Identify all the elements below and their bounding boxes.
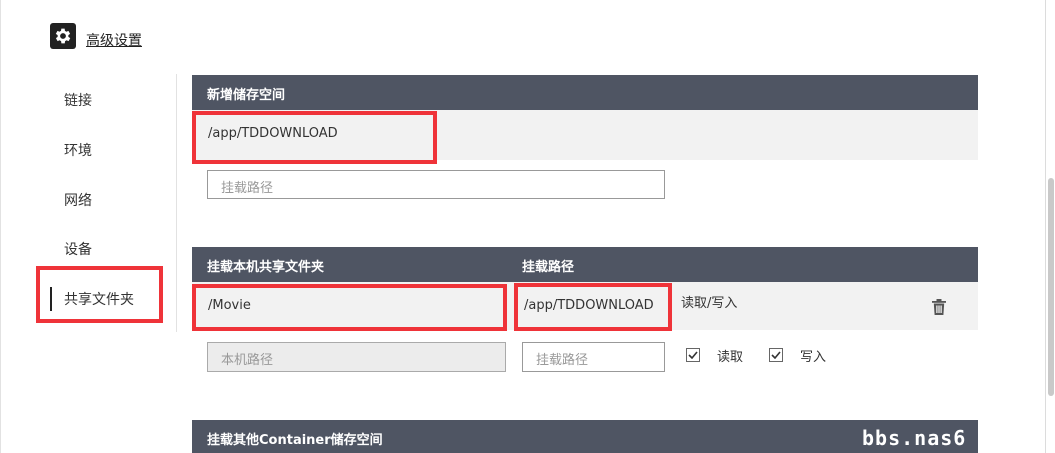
storage-path-value: /app/TDDOWNLOAD [208,126,338,141]
advanced-settings-link[interactable]: 高级设置 [86,30,142,50]
share-mount-value: /app/TDDOWNLOAD [524,298,654,313]
read-label: 读取 [717,350,744,365]
container-section-header: 挂载其他Container储存空间 [192,420,978,453]
share-section-header: 挂载本机共享文件夹 挂载路径 [192,247,978,282]
scrollbar-thumb[interactable] [1048,178,1054,396]
active-indicator [50,287,52,311]
storage-mount-path-input[interactable]: 挂载路径 [207,170,665,199]
sidebar-divider [176,74,177,332]
host-path-input[interactable]: 本机路径 [207,342,506,372]
sidebar-item-device[interactable]: 设备 [64,239,92,259]
read-checkbox[interactable] [686,348,700,362]
window-left-border [0,0,1,453]
watermark-text: bbs.nas6 [862,426,967,450]
gear-icon [50,23,76,49]
trash-icon[interactable] [932,299,946,319]
page-header: 高级设置 [50,22,142,50]
share-host-value: /Movie [208,298,251,313]
sidebar-item-network[interactable]: 网络 [64,190,92,210]
sidebar-item-shared-folder[interactable]: 共享文件夹 [64,289,134,309]
vertical-scrollbar[interactable] [1045,0,1055,453]
storage-section-header: 新增储存空间 [192,75,978,110]
check-icon [771,351,781,359]
share-col-host: 挂载本机共享文件夹 [207,260,325,275]
check-icon [688,351,698,359]
container-section-title: 挂载其他Container储存空间 [207,433,383,448]
share-col-mount: 挂载路径 [522,260,575,275]
sidebar-item-link[interactable]: 链接 [64,90,92,110]
share-permission-value: 读取/写入 [681,296,738,311]
write-label: 写入 [800,350,827,365]
mount-path-input[interactable]: 挂载路径 [522,342,665,372]
write-checkbox[interactable] [769,348,783,362]
storage-section-title: 新增储存空间 [207,88,286,103]
sidebar-item-environment[interactable]: 环境 [64,140,92,160]
